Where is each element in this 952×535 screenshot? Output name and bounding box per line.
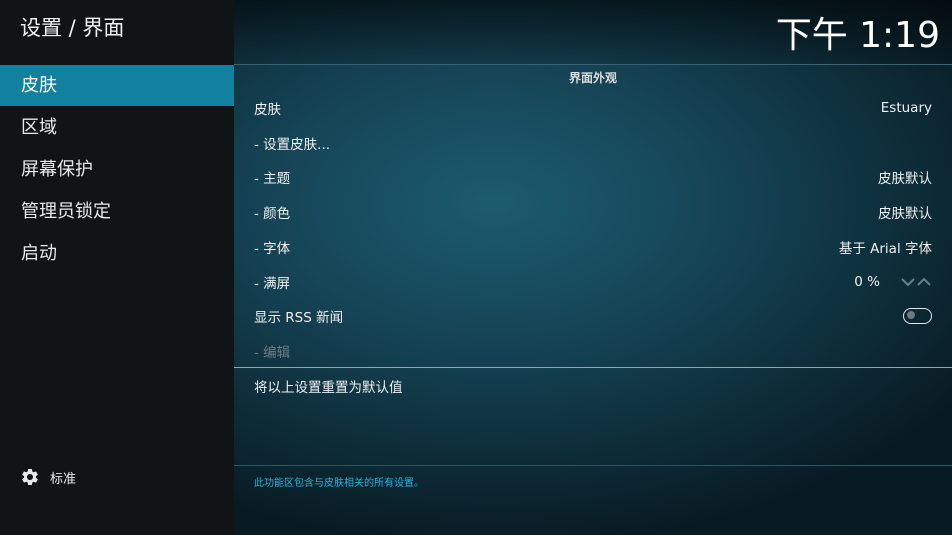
sidebar-item-screensaver[interactable]: 屏幕保护 xyxy=(0,149,234,190)
chevron-down-icon[interactable] xyxy=(900,277,916,287)
clock: 下午 1:19 xyxy=(775,15,940,56)
setting-skin[interactable]: 皮肤 Estuary xyxy=(234,90,952,125)
page-title: 设置 / 界面 xyxy=(20,16,125,40)
setting-colors[interactable]: - 颜色 皮肤默认 xyxy=(234,194,952,229)
setting-configure-skin-label: - 设置皮肤... xyxy=(254,136,331,153)
description-text: 此功能区包含与皮肤相关的所有设置。 xyxy=(254,478,424,489)
setting-theme-label: - 主题 xyxy=(254,170,291,187)
setting-fonts[interactable]: - 字体 基于 Arial 字体 xyxy=(234,229,952,264)
section-title: 界面外观 xyxy=(568,71,617,85)
setting-rss[interactable]: 显示 RSS 新闻 xyxy=(234,298,952,333)
setting-reset[interactable]: 将以上设置重置为默认值 xyxy=(234,368,952,403)
description-divider xyxy=(234,465,952,466)
chevron-up-icon[interactable] xyxy=(916,277,932,287)
setting-theme[interactable]: - 主题 皮肤默认 xyxy=(234,159,952,194)
sidebar: 设置 / 界面 皮肤 区域 屏幕保护 管理员锁定 启动 标准 xyxy=(0,0,234,535)
setting-skin-value: Estuary xyxy=(880,99,932,116)
setting-colors-value: 皮肤默认 xyxy=(878,205,932,222)
sidebar-item-regional[interactable]: 区域 xyxy=(0,107,234,148)
setting-reset-label: 将以上设置重置为默认值 xyxy=(254,379,403,396)
setting-zoom[interactable]: - 满屏 0 % xyxy=(234,264,952,299)
sidebar-item-master-lock[interactable]: 管理员锁定 xyxy=(0,191,234,232)
sidebar-item-skin[interactable]: 皮肤 xyxy=(0,65,234,106)
setting-colors-label: - 颜色 xyxy=(254,205,291,222)
top-divider xyxy=(234,64,952,65)
settings-level-button[interactable]: 标准 xyxy=(20,466,76,488)
setting-zoom-value: 0 % xyxy=(854,273,880,290)
setting-rss-label: 显示 RSS 新闻 xyxy=(254,309,344,326)
zoom-spinner xyxy=(900,277,932,287)
setting-configure-skin[interactable]: - 设置皮肤... xyxy=(234,125,952,160)
setting-fonts-value: 基于 Arial 字体 xyxy=(838,240,932,257)
settings-level-label: 标准 xyxy=(50,471,77,487)
setting-zoom-label: - 满屏 xyxy=(254,275,291,292)
rss-toggle-knob xyxy=(907,311,915,319)
rss-toggle[interactable] xyxy=(903,307,932,324)
setting-edit-rss: - 编辑 xyxy=(234,333,952,368)
setting-fonts-label: - 字体 xyxy=(254,240,291,257)
sidebar-item-startup[interactable]: 启动 xyxy=(0,233,234,274)
setting-skin-label: 皮肤 xyxy=(254,101,281,118)
setting-edit-rss-label: - 编辑 xyxy=(254,344,291,361)
setting-theme-value: 皮肤默认 xyxy=(878,170,932,187)
gear-icon xyxy=(22,468,38,485)
